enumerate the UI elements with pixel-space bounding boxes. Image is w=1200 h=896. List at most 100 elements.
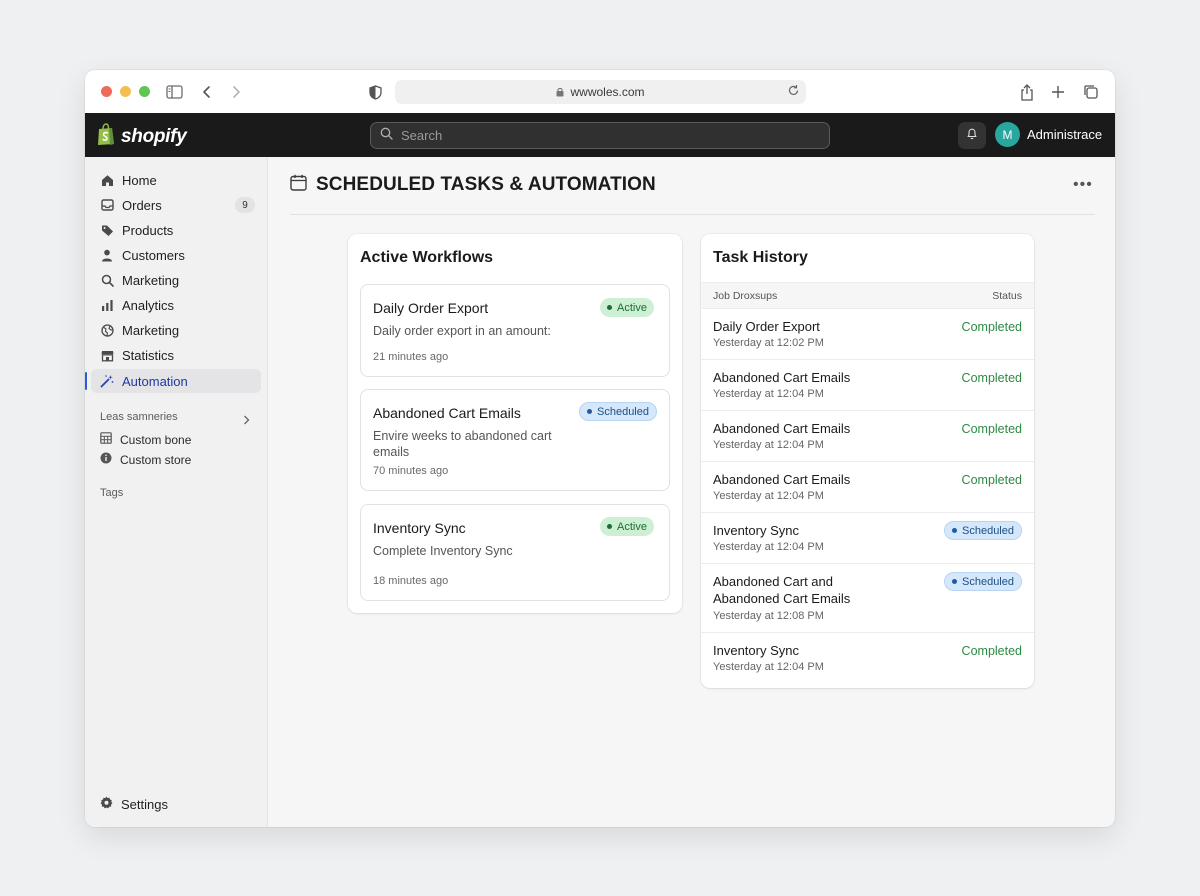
sidebar-item-automation[interactable]: Automation bbox=[85, 369, 261, 393]
workflow-name: Daily Order Export bbox=[373, 300, 489, 316]
job-name: Inventory Sync bbox=[713, 643, 799, 658]
workflow-item[interactable]: Daily Order Export Active Daily order ex… bbox=[360, 284, 670, 377]
status-badge: Scheduled bbox=[579, 402, 657, 421]
sidebar-sub-item-custom-store[interactable]: Custom store bbox=[100, 452, 191, 467]
notifications-button[interactable] bbox=[958, 122, 986, 149]
sidebar-item-label: Automation bbox=[122, 373, 188, 389]
status-badge-label: Scheduled bbox=[597, 405, 649, 418]
bar-chart-icon bbox=[100, 298, 114, 312]
window-controls bbox=[101, 86, 150, 97]
sidebar-sub-item-label: Custom bone bbox=[120, 432, 192, 447]
account-name[interactable]: Administrace bbox=[1027, 127, 1102, 142]
sidebar-item-settings[interactable]: Settings bbox=[100, 796, 168, 812]
browser-window: wwwoles.com shopify Search M Administrac… bbox=[85, 70, 1115, 827]
search-input[interactable] bbox=[401, 128, 801, 143]
status-badge-label: Scheduled bbox=[962, 575, 1014, 588]
active-workflows-card: Active Workflows Daily Order Export Acti… bbox=[348, 234, 682, 613]
status-badge-label: Active bbox=[617, 301, 647, 314]
chevron-right-icon[interactable] bbox=[243, 412, 250, 430]
sidebar-item-label: Marketing bbox=[122, 322, 180, 338]
admin-topbar: shopify M Administrace bbox=[85, 113, 1115, 157]
sidebar-item-label: Products bbox=[122, 222, 174, 238]
sidebar-item-customers[interactable]: Customers bbox=[91, 243, 261, 267]
table-row[interactable]: Inventory Sync Yesterday at 12:04 PM Sch… bbox=[701, 513, 1034, 564]
job-time: Yesterday at 12:08 PM bbox=[713, 610, 824, 622]
forward-icon[interactable] bbox=[226, 82, 246, 102]
close-window-button[interactable] bbox=[101, 86, 112, 97]
workflow-time: 18 minutes ago bbox=[373, 575, 449, 587]
back-icon[interactable] bbox=[197, 82, 217, 102]
home-icon bbox=[100, 173, 114, 187]
workflow-item[interactable]: Abandoned Cart Emails Scheduled Envire w… bbox=[360, 389, 670, 491]
job-status: Completed bbox=[961, 371, 1022, 385]
settings-label: Settings bbox=[121, 796, 168, 812]
shield-icon[interactable] bbox=[365, 82, 385, 102]
sidebar-item-marketing-2[interactable]: Marketing bbox=[91, 318, 261, 342]
search-icon bbox=[380, 127, 393, 145]
search-bar[interactable] bbox=[370, 122, 830, 149]
reload-icon[interactable] bbox=[787, 84, 800, 100]
sidebar-item-statistics[interactable]: Statistics bbox=[91, 343, 261, 367]
job-status: Completed bbox=[961, 473, 1022, 487]
address-bar[interactable]: wwwoles.com bbox=[395, 80, 806, 104]
tab-overview-icon[interactable] bbox=[1081, 82, 1101, 102]
calendar-icon bbox=[290, 174, 307, 196]
table-header: Job Droxsups Status bbox=[701, 282, 1034, 309]
workflow-item[interactable]: Inventory Sync Active Complete Inventory… bbox=[360, 504, 670, 601]
sidebar-item-label: Marketing bbox=[122, 272, 180, 288]
table-row[interactable]: Inventory Sync Yesterday at 12:04 PM Com… bbox=[701, 633, 1034, 687]
globe-icon bbox=[100, 323, 114, 337]
status-dot-icon bbox=[952, 528, 957, 533]
minimize-window-button[interactable] bbox=[120, 86, 131, 97]
sidebar-section-label: Leas samneries bbox=[100, 411, 178, 423]
more-options-icon[interactable]: ••• bbox=[1073, 176, 1093, 194]
task-history-card: Task History Job Droxsups Status Daily O… bbox=[701, 234, 1034, 688]
column-header-job[interactable]: Job Droxsups bbox=[713, 290, 777, 302]
new-tab-icon[interactable] bbox=[1048, 82, 1068, 102]
job-name: Abandoned Cart Emails bbox=[713, 421, 851, 436]
sidebar-toggle-icon[interactable] bbox=[164, 82, 184, 102]
person-icon bbox=[100, 248, 114, 262]
job-status: Completed bbox=[961, 644, 1022, 658]
header-divider bbox=[290, 214, 1095, 215]
job-name: Abandoned Cart Emails bbox=[713, 472, 851, 487]
sidebar-item-label: Analytics bbox=[122, 297, 175, 313]
browser-toolbar: wwwoles.com bbox=[85, 70, 1115, 113]
workflow-time: 70 minutes ago bbox=[373, 465, 449, 477]
table-row[interactable]: Abandoned Cart and Abandoned Cart Emails… bbox=[701, 564, 1034, 633]
table-row[interactable]: Daily Order Export Yesterday at 12:02 PM… bbox=[701, 309, 1034, 360]
status-badge: Scheduled bbox=[944, 572, 1022, 591]
status-badge: Scheduled bbox=[944, 521, 1022, 540]
status-dot-icon bbox=[952, 579, 957, 584]
lock-icon bbox=[556, 87, 564, 97]
sidebar-item-analytics[interactable]: Analytics bbox=[91, 293, 261, 317]
url-text: wwwoles.com bbox=[570, 85, 645, 99]
job-name: Abandoned Cart and Abandoned Cart Emails bbox=[713, 574, 851, 606]
job-time: Yesterday at 12:04 PM bbox=[713, 439, 824, 451]
sidebar: Home Orders 9 Products Customers Marketi… bbox=[85, 157, 268, 827]
sidebar-item-orders[interactable]: Orders 9 bbox=[91, 193, 261, 217]
search-icon bbox=[100, 273, 114, 287]
sidebar-item-home[interactable]: Home bbox=[91, 168, 261, 192]
sidebar-item-products[interactable]: Products bbox=[91, 218, 261, 242]
table-row[interactable]: Abandoned Cart Emails Yesterday at 12:04… bbox=[701, 462, 1034, 513]
shopify-logo[interactable]: shopify bbox=[96, 123, 187, 151]
info-icon bbox=[100, 452, 112, 467]
sidebar-item-marketing[interactable]: Marketing bbox=[91, 268, 261, 292]
wand-icon bbox=[100, 374, 114, 388]
table-row[interactable]: Abandoned Cart Emails Yesterday at 12:04… bbox=[701, 411, 1034, 462]
tag-icon bbox=[100, 223, 114, 237]
orders-count-badge: 9 bbox=[235, 197, 255, 213]
sidebar-tags-label: Tags bbox=[100, 487, 124, 499]
status-dot-icon bbox=[607, 305, 612, 310]
workflow-description: Daily order export in an amount: bbox=[373, 324, 551, 338]
table-row[interactable]: Abandoned Cart Emails Yesterday at 12:04… bbox=[701, 360, 1034, 411]
column-header-status[interactable]: Status bbox=[992, 290, 1022, 302]
share-icon[interactable] bbox=[1017, 82, 1037, 102]
status-dot-icon bbox=[607, 524, 612, 529]
status-badge-label: Scheduled bbox=[962, 524, 1014, 537]
sidebar-sub-item-custom-bone[interactable]: Custom bone bbox=[100, 432, 191, 447]
avatar[interactable]: M bbox=[995, 122, 1020, 147]
maximize-window-button[interactable] bbox=[139, 86, 150, 97]
page-header: SCHEDULED TASKS & AUTOMATION bbox=[290, 174, 656, 196]
